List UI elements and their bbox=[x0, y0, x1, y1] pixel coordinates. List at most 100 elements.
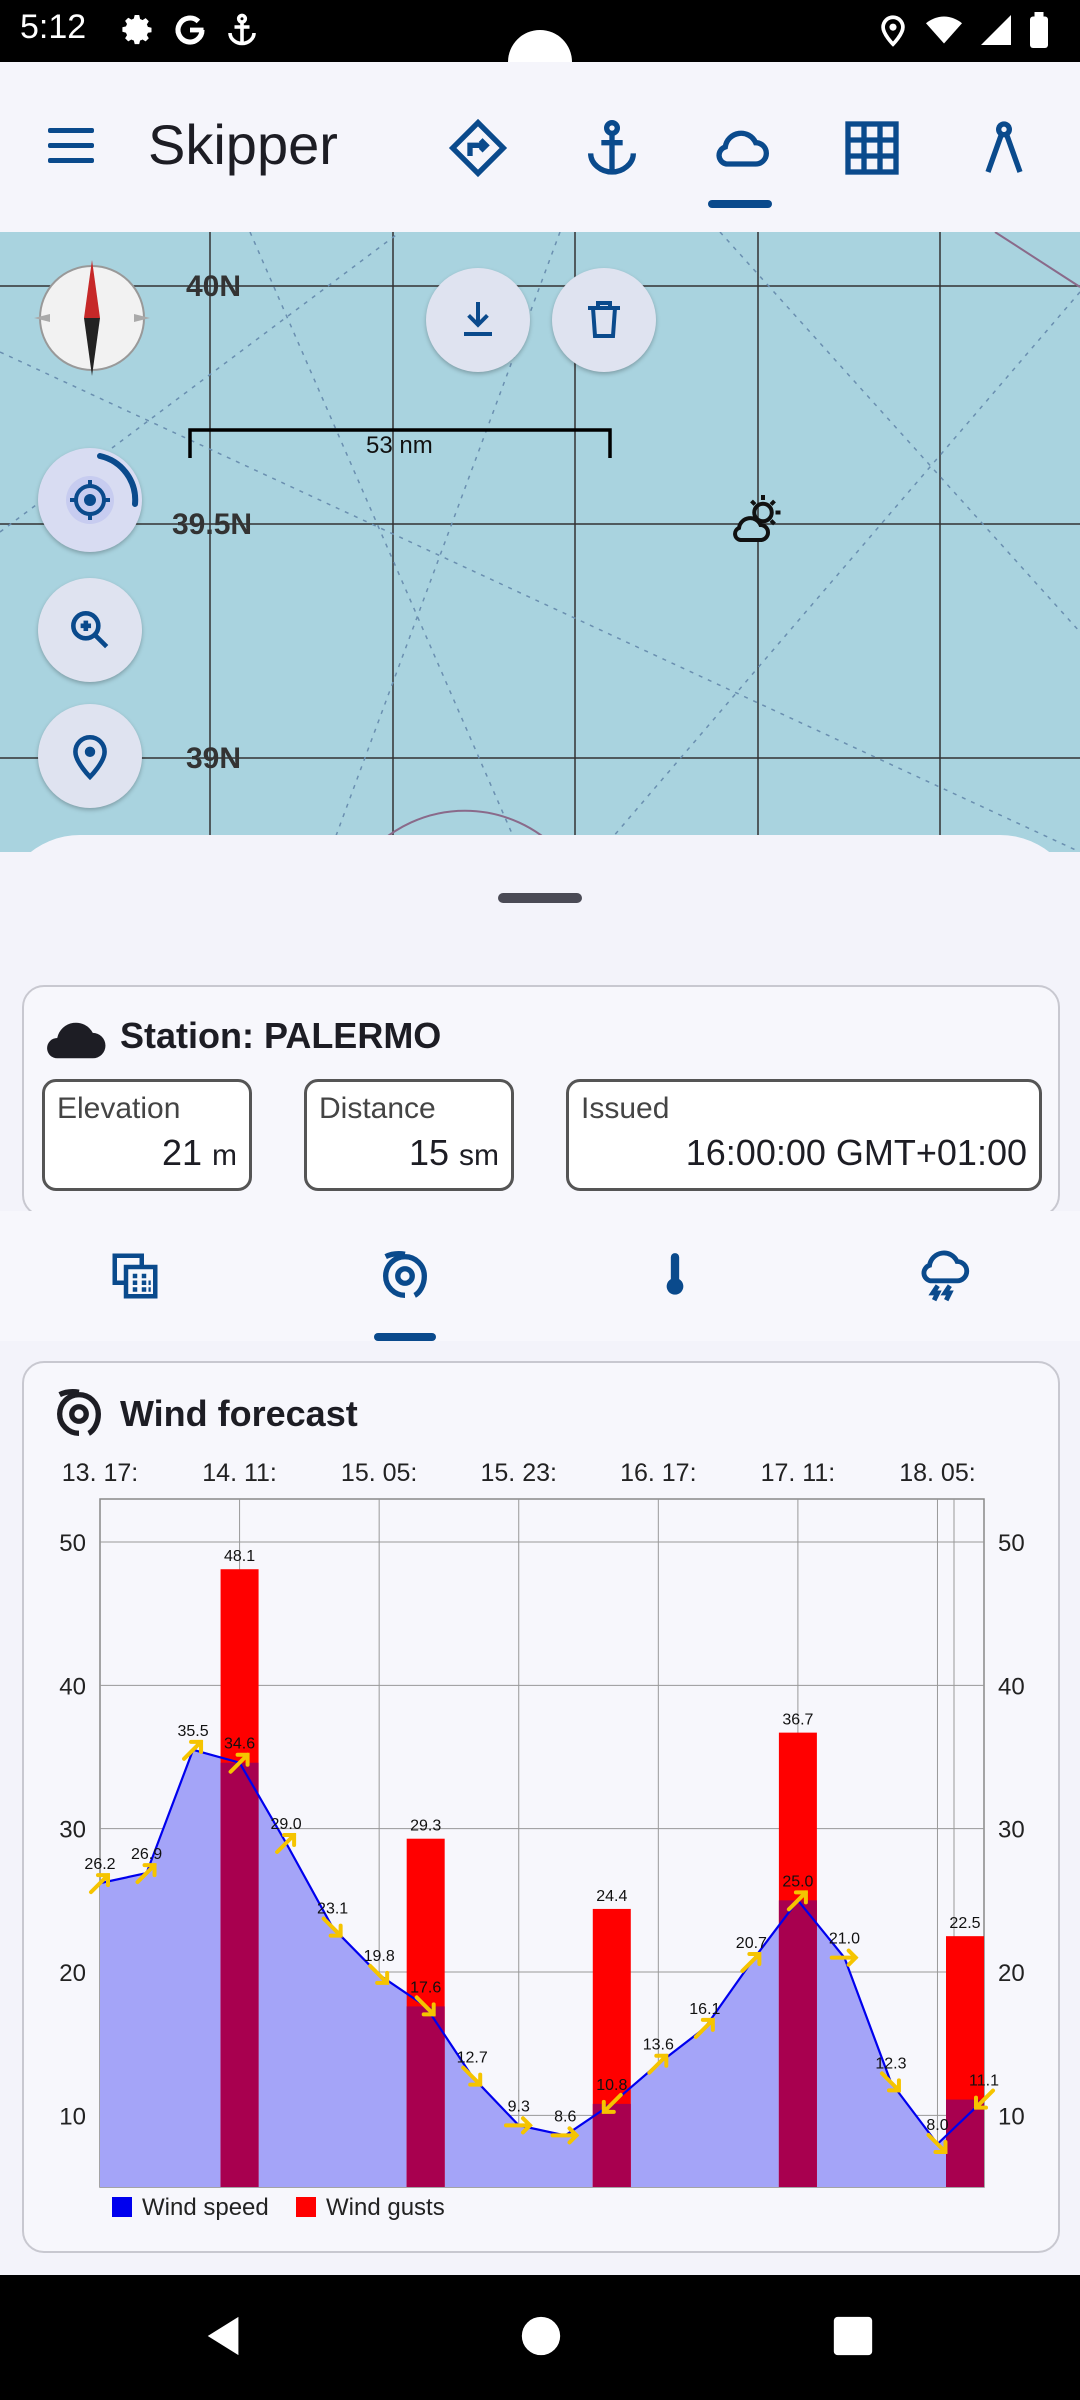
delete-button[interactable] bbox=[552, 268, 656, 372]
lat-label-39-5n: 39.5N bbox=[172, 508, 253, 541]
google-icon bbox=[175, 15, 205, 45]
y-tick-label-right: 50 bbox=[998, 1530, 1025, 1557]
speed-data-label: 26.9 bbox=[131, 1846, 162, 1863]
issued-value: 16:00:00 GMT+01:00 bbox=[685, 1132, 1027, 1173]
issued-label: Issued bbox=[581, 1092, 670, 1125]
gust-data-label: 48.1 bbox=[224, 1548, 255, 1565]
gps-target-icon bbox=[66, 453, 139, 524]
station-card: Station: PALERMO Elevation 21 m Distance… bbox=[22, 985, 1060, 1217]
gust-bar-overlap bbox=[946, 2099, 984, 2187]
wifi-icon bbox=[926, 16, 962, 44]
station-title: Station: PALERMO bbox=[120, 1015, 442, 1056]
time-label: 17. 11: bbox=[761, 1459, 836, 1487]
y-tick-label-left: 20 bbox=[59, 1960, 86, 1987]
status-time: 5:12 bbox=[20, 8, 87, 46]
elevation-unit: m bbox=[212, 1139, 237, 1172]
anchor-status-icon bbox=[228, 13, 256, 46]
gust-bar-overlap bbox=[778, 1900, 817, 2187]
grid-icon[interactable] bbox=[840, 116, 904, 180]
zoom-in-icon bbox=[71, 611, 109, 649]
cyclone-icon bbox=[383, 1251, 427, 1298]
time-label: 13. 17: bbox=[62, 1459, 138, 1487]
tab-storm[interactable] bbox=[810, 1211, 1080, 1341]
y-tick-label-left: 50 bbox=[59, 1530, 86, 1557]
speed-data-label: 25.0 bbox=[782, 1873, 813, 1890]
speed-data-label: 19.8 bbox=[364, 1948, 395, 1965]
speed-data-label: 34.6 bbox=[224, 1736, 255, 1753]
speed-data-label: 26.2 bbox=[84, 1856, 115, 1873]
legend-label-gusts: Wind gusts bbox=[326, 2194, 445, 2221]
location-pin-icon bbox=[73, 735, 107, 781]
speed-data-label: 11.1 bbox=[969, 2073, 999, 2090]
time-label: 16. 17: bbox=[620, 1459, 696, 1487]
anchor-icon[interactable] bbox=[580, 116, 644, 180]
recents-icon[interactable] bbox=[830, 2313, 876, 2359]
signal-icon bbox=[981, 15, 1011, 45]
speed-data-label: 8.6 bbox=[554, 2108, 576, 2125]
gust-data-label: 36.7 bbox=[782, 1712, 813, 1729]
thunderstorm-icon bbox=[921, 1250, 970, 1302]
speed-data-label: 8.0 bbox=[926, 2117, 948, 2134]
weather-station-icon[interactable] bbox=[726, 490, 790, 550]
elevation-value: 21 bbox=[161, 1132, 202, 1173]
top-app-bar: Skipper bbox=[0, 62, 1080, 232]
wind-chart: 10 10 20 20 30 30 40 40 50 50 13. 17: 14. 11: 15. 05… bbox=[59, 1459, 1025, 2221]
speed-data-label: 16.1 bbox=[689, 2001, 720, 2018]
lat-label-40n: 40N bbox=[186, 270, 242, 303]
elevation-label: Elevation bbox=[57, 1092, 181, 1125]
route-icon[interactable] bbox=[446, 116, 510, 180]
zoom-button[interactable] bbox=[38, 578, 142, 682]
speed-data-label: 17.6 bbox=[410, 1979, 441, 1996]
lat-label-39n: 39N bbox=[186, 742, 242, 775]
tab-wind[interactable] bbox=[270, 1211, 540, 1341]
speed-data-label: 23.1 bbox=[317, 1901, 348, 1918]
place-marker-button[interactable] bbox=[38, 704, 142, 808]
gust-bar-overlap bbox=[220, 1762, 259, 2187]
y-tick-label-right: 30 bbox=[998, 1817, 1025, 1844]
speed-data-label: 13.6 bbox=[643, 2037, 674, 2054]
weather-cloud-icon[interactable] bbox=[708, 116, 774, 180]
active-tab-indicator-wind bbox=[374, 1333, 436, 1341]
settings-icon bbox=[122, 15, 152, 45]
y-tick-label-right: 20 bbox=[998, 1960, 1025, 1987]
chart-map[interactable]: 40N 39.5N 39N 53 nm bbox=[0, 232, 1080, 852]
gust-bar-overlap bbox=[406, 2006, 445, 2187]
elevation-field: Elevation 21 m bbox=[42, 1079, 252, 1191]
download-icon bbox=[464, 302, 492, 336]
legend-label-speed: Wind speed bbox=[142, 2194, 269, 2221]
menu-icon[interactable] bbox=[44, 124, 100, 168]
cloud-icon bbox=[47, 1022, 106, 1059]
speed-data-label: 29.0 bbox=[271, 1816, 302, 1833]
time-label: 14. 11: bbox=[202, 1459, 277, 1487]
time-label: 18. 05: bbox=[899, 1459, 975, 1487]
home-icon[interactable] bbox=[518, 2313, 564, 2359]
legend-swatch-gusts bbox=[296, 2197, 316, 2217]
gust-data-label: 29.3 bbox=[410, 1818, 441, 1835]
download-button[interactable] bbox=[426, 268, 530, 372]
active-tab-indicator bbox=[708, 200, 772, 208]
speed-data-label: 10.8 bbox=[596, 2077, 627, 2094]
compass-rose-icon[interactable] bbox=[28, 254, 158, 384]
map-grid bbox=[0, 232, 1080, 852]
thermometer-icon bbox=[666, 1253, 684, 1295]
locate-button[interactable] bbox=[38, 448, 142, 552]
drag-handle[interactable] bbox=[498, 893, 582, 903]
speed-data-label: 20.7 bbox=[736, 1935, 767, 1952]
bottom-sheet: Station: PALERMO Elevation 21 m Distance… bbox=[0, 835, 1080, 2275]
back-icon[interactable] bbox=[202, 2313, 248, 2359]
distance-unit: sm bbox=[459, 1139, 499, 1172]
speed-data-label: 21.0 bbox=[829, 1931, 860, 1948]
forecast-tabs bbox=[0, 1211, 1080, 1341]
location-status-icon bbox=[881, 15, 905, 47]
speed-data-label: 9.3 bbox=[508, 2098, 530, 2115]
compass-divider-icon[interactable] bbox=[972, 116, 1036, 180]
trash-icon bbox=[588, 301, 620, 338]
tab-table[interactable] bbox=[0, 1211, 270, 1341]
tab-temperature[interactable] bbox=[540, 1211, 810, 1341]
y-tick-label-right: 40 bbox=[998, 1673, 1025, 1700]
distance-value: 15 bbox=[408, 1132, 449, 1173]
wind-forecast-card: Wind forecast 10 10 20 20 30 30 40 40 50 50 13. 17… bbox=[22, 1361, 1060, 2253]
scale-bar-label: 53 nm bbox=[366, 432, 433, 459]
y-tick-label-left: 30 bbox=[59, 1817, 86, 1844]
time-label: 15. 05: bbox=[341, 1459, 417, 1487]
